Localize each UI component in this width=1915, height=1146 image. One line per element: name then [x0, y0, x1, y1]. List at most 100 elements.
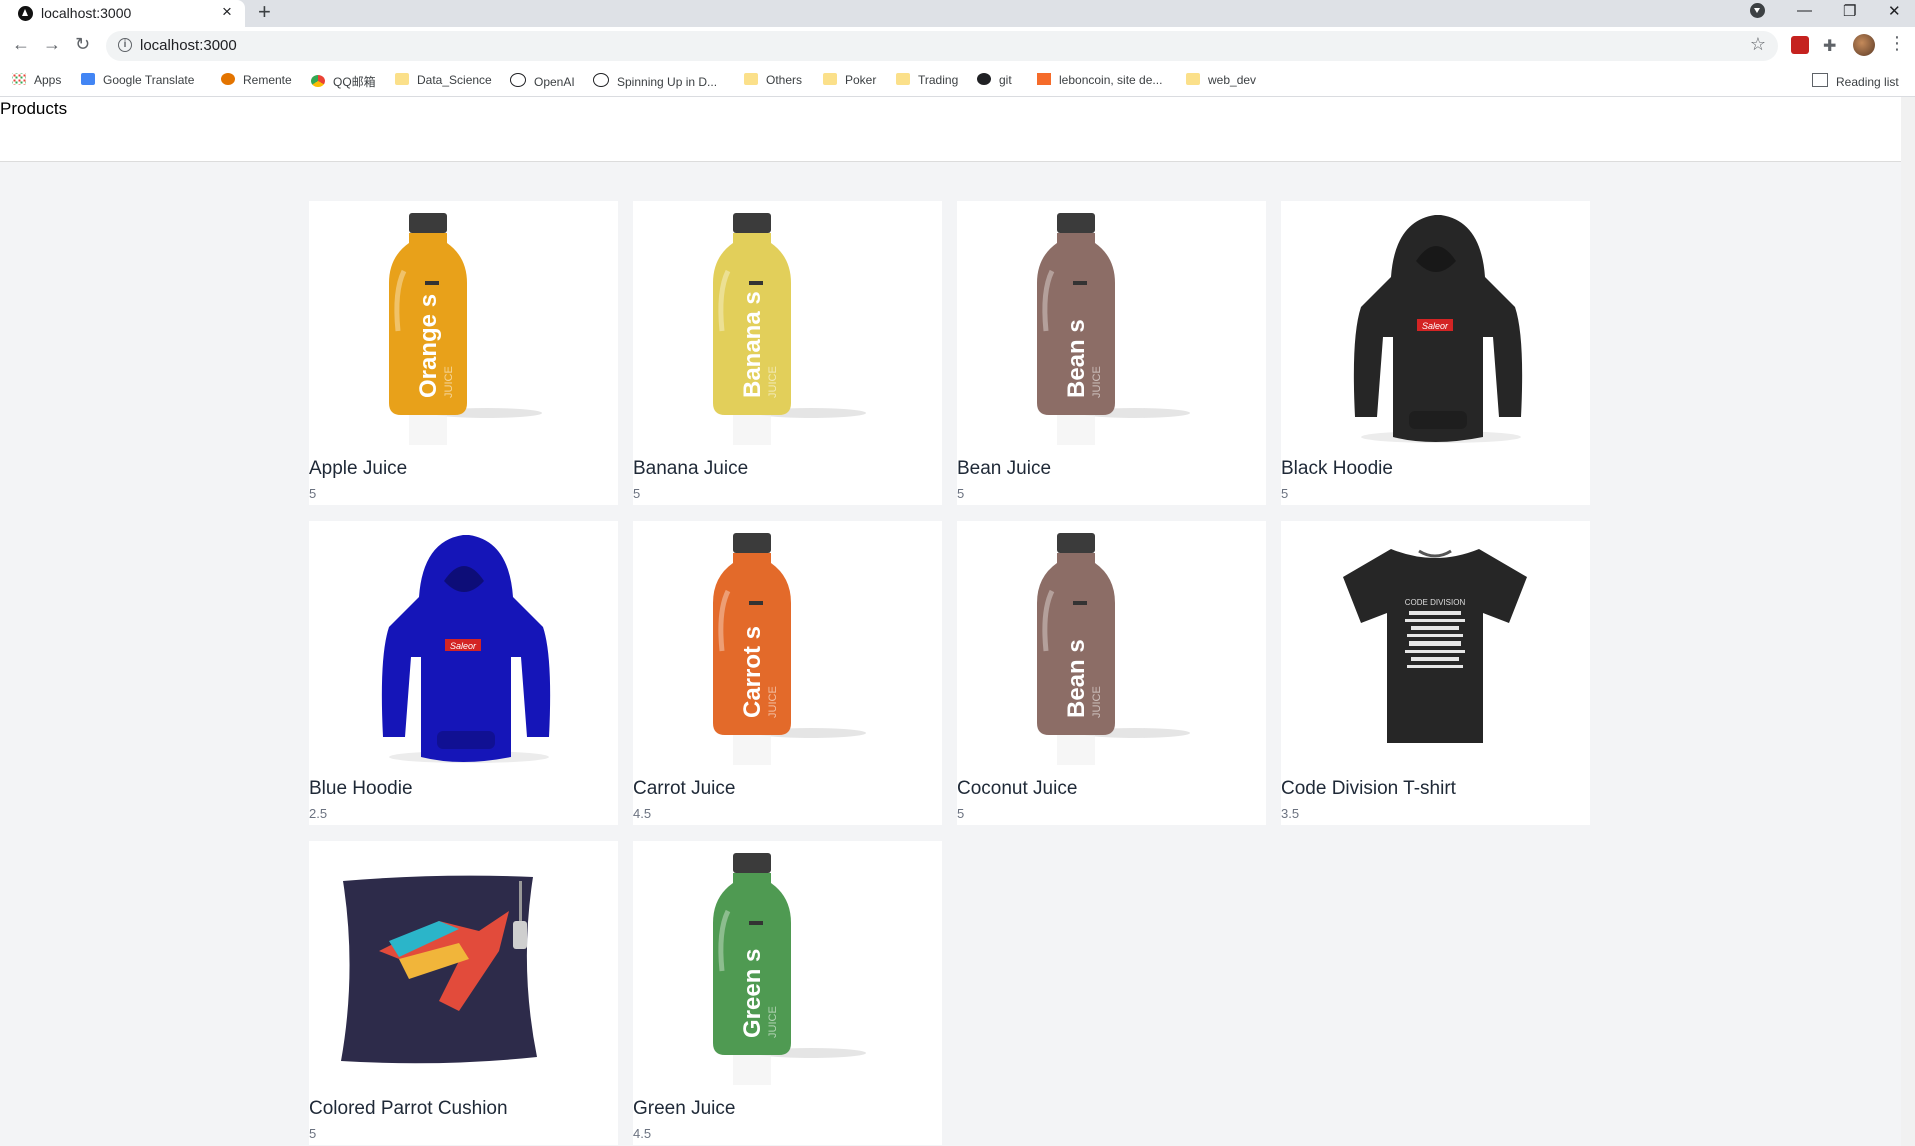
qq-mail-icon	[311, 75, 325, 87]
browser-toolbar: ← → ↻ i localhost:3000 ☆ ✚ ⋮	[0, 27, 1915, 65]
browser-tab-strip: localhost:3000 × + — ❐ ✕	[0, 0, 1915, 27]
product-image[interactable]: Saleor	[1281, 201, 1590, 456]
product-rating: 5	[309, 486, 317, 501]
product-image[interactable]: Carrot s JUICE	[633, 521, 942, 776]
svg-text:JUICE: JUICE	[767, 1006, 779, 1038]
product-card[interactable]: Banana s JUICE Banana Juice 5	[633, 201, 942, 505]
svg-text:JUICE: JUICE	[443, 366, 455, 398]
reading-list-icon	[1812, 73, 1828, 87]
svg-text:Saleor: Saleor	[450, 641, 477, 651]
bookmark-leboncoin[interactable]: leboncoin, site de...	[1037, 73, 1162, 87]
product-image[interactable]: Bean s JUICE	[957, 521, 1266, 776]
address-bar[interactable]: i localhost:3000 ☆	[106, 31, 1778, 61]
svg-text:Bean s: Bean s	[1063, 319, 1090, 398]
svg-text:JUICE: JUICE	[767, 686, 779, 718]
product-image[interactable]	[309, 841, 618, 1096]
product-name[interactable]: Bean Juice	[957, 458, 1051, 480]
profile-avatar[interactable]	[1853, 34, 1875, 56]
close-tab-icon[interactable]: ×	[222, 2, 232, 22]
site-info-icon[interactable]: i	[118, 38, 132, 52]
svg-text:Green s: Green s	[739, 949, 766, 1038]
reading-list-button[interactable]: Reading list	[1812, 73, 1899, 89]
bookmark-star-icon[interactable]: ☆	[1750, 34, 1766, 55]
bookmark-web-dev[interactable]: web_dev	[1186, 73, 1256, 87]
bookmark-poker[interactable]: Poker	[823, 73, 876, 87]
product-rating: 4.5	[633, 806, 652, 821]
folder-icon	[823, 73, 837, 85]
extension-icon[interactable]	[1791, 36, 1809, 54]
restore-icon[interactable]: ❐	[1843, 2, 1856, 20]
url-text[interactable]: localhost:3000	[140, 37, 237, 54]
bookmark-trading[interactable]: Trading	[896, 73, 958, 87]
product-name[interactable]: Green Juice	[633, 1098, 735, 1120]
bookmark-openai[interactable]: OpenAI	[510, 73, 575, 89]
svg-text:CODE DIVISION: CODE DIVISION	[1405, 598, 1466, 607]
product-card[interactable]: Saleor Blue Hoodie 2.5	[309, 521, 618, 825]
folder-icon	[896, 73, 910, 85]
product-image[interactable]: Banana s JUICE	[633, 201, 942, 456]
site-favicon-icon	[18, 6, 33, 21]
minimize-icon[interactable]: —	[1797, 2, 1812, 19]
product-name[interactable]: Code Division T-shirt	[1281, 778, 1456, 800]
reload-icon[interactable]: ↻	[75, 34, 90, 55]
product-rating: 5	[957, 806, 965, 821]
openai-icon	[510, 73, 526, 87]
tab-search-icon[interactable]	[1750, 3, 1765, 18]
bookmark-qq-mail[interactable]: QQ邮箱	[311, 73, 376, 90]
product-card[interactable]: Colored Parrot Cushion 5	[309, 841, 618, 1145]
bookmark-remente[interactable]: Remente	[221, 73, 292, 87]
extensions-puzzle-icon[interactable]: ✚	[1823, 36, 1841, 55]
product-image[interactable]: CODE DIVISION	[1281, 521, 1590, 776]
browser-menu-icon[interactable]: ⋮	[1888, 33, 1906, 54]
product-rating: 3.5	[1281, 806, 1300, 821]
product-card[interactable]: CODE DIVISION Code Division T-shirt 3.5	[1281, 521, 1590, 825]
product-name[interactable]: Blue Hoodie	[309, 778, 413, 800]
bookmark-apps[interactable]: Apps	[12, 73, 61, 87]
bookmark-label: Others	[766, 73, 803, 87]
browser-tab[interactable]: localhost:3000 ×	[0, 0, 245, 27]
product-card[interactable]: Green s JUICE Green Juice 4.5	[633, 841, 942, 1145]
product-image[interactable]: Bean s JUICE	[957, 201, 1266, 456]
product-card[interactable]: Saleor Black Hoodie 5	[1281, 201, 1590, 505]
product-image[interactable]: Saleor	[309, 521, 618, 776]
svg-text:Bean s: Bean s	[1063, 639, 1090, 718]
bookmark-others[interactable]: Others	[744, 73, 802, 87]
product-name[interactable]: Apple Juice	[309, 458, 407, 480]
bookmark-label: Trading	[918, 73, 959, 87]
bookmark-label: web_dev	[1208, 73, 1257, 87]
bookmark-label: Apps	[34, 73, 62, 87]
window-close-icon[interactable]: ✕	[1888, 2, 1901, 20]
back-icon[interactable]: ←	[12, 34, 30, 55]
bookmark-git[interactable]: git	[977, 73, 1012, 87]
folder-icon	[1186, 73, 1200, 85]
product-name[interactable]: Banana Juice	[633, 458, 748, 480]
svg-text:Carrot s: Carrot s	[739, 626, 766, 718]
product-name[interactable]: Colored Parrot Cushion	[309, 1098, 508, 1120]
scrollbar[interactable]	[1901, 97, 1915, 1146]
product-image[interactable]: Orange s JUICE	[309, 201, 618, 456]
product-card[interactable]: Bean s JUICE Bean Juice 5	[957, 201, 1266, 505]
openai-icon	[593, 73, 609, 87]
bookmark-label: Data_Science	[417, 73, 492, 87]
bookmark-label: Spinning Up in D...	[617, 75, 718, 89]
product-card[interactable]: Carrot s JUICE Carrot Juice 4.5	[633, 521, 942, 825]
product-name[interactable]: Coconut Juice	[957, 778, 1077, 800]
product-image[interactable]: Green s JUICE	[633, 841, 942, 1096]
product-card[interactable]: Bean s JUICE Coconut Juice 5	[957, 521, 1266, 825]
product-card[interactable]: Orange s JUICE Apple Juice 5	[309, 201, 618, 505]
forward-icon[interactable]: →	[43, 34, 61, 55]
page-title: Products	[0, 99, 68, 118]
bookmark-label: Poker	[845, 73, 877, 87]
product-rating: 5	[957, 486, 965, 501]
product-name[interactable]: Carrot Juice	[633, 778, 735, 800]
bookmark-label: OpenAI	[534, 75, 575, 89]
svg-text:Banana s: Banana s	[739, 291, 766, 398]
bookmark-data-science[interactable]: Data_Science	[395, 73, 492, 87]
new-tab-icon[interactable]: +	[258, 0, 271, 25]
bookmark-spinning-up[interactable]: Spinning Up in D...	[593, 73, 717, 89]
bookmark-google-translate[interactable]: Google Translate	[81, 73, 194, 87]
tab-title: localhost:3000	[41, 5, 132, 21]
bookmark-label: Google Translate	[103, 73, 195, 87]
product-name[interactable]: Black Hoodie	[1281, 458, 1393, 480]
product-rating: 4.5	[633, 1126, 652, 1141]
